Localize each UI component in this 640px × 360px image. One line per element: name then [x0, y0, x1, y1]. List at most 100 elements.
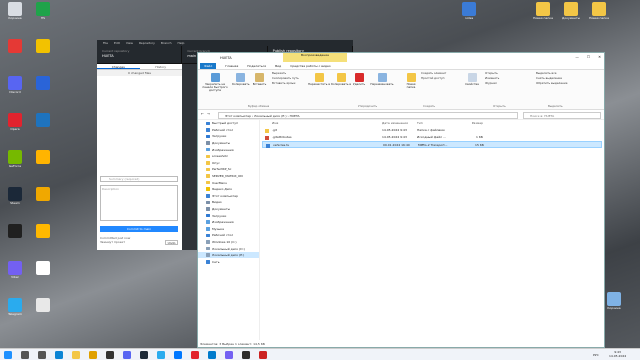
desktop-icon[interactable]: notes [458, 2, 480, 21]
current-repository-button[interactable]: Current repository HUETA [97, 46, 183, 63]
telegram-icon[interactable] [157, 351, 165, 359]
desktop-icon[interactable]: Viber [4, 261, 26, 280]
desktop-icon[interactable]: Документы [560, 2, 582, 21]
minimize-icon[interactable]: — [575, 55, 579, 59]
address-path[interactable]: Этот компьютер › Локальный диск (E:) › H… [218, 111, 518, 119]
desktop-icon[interactable] [32, 261, 54, 276]
desktop-icon[interactable] [32, 298, 54, 313]
nav-item[interactable]: Локальный диск (E:) [198, 251, 259, 259]
search-input[interactable]: Поиск в: HUETA [523, 111, 601, 119]
file-row[interactable]: .gitattributes 14.05.2024 9:43 Исходный фа… [262, 134, 602, 141]
desktop-icon[interactable]: Discord [4, 76, 26, 95]
nav-item[interactable]: Изображения [198, 146, 259, 153]
desktop-icon[interactable]: Новая папка [588, 2, 610, 21]
desktop-icon[interactable] [4, 224, 26, 239]
nav-item[interactable]: Документы [198, 140, 259, 147]
desktop-icon[interactable] [32, 224, 54, 239]
copy-button[interactable]: Копировать [232, 73, 249, 86]
menu-item[interactable]: Branch [161, 41, 172, 45]
nav-item[interactable]: Яндекс.Диск [198, 186, 259, 193]
ribbon-tab[interactable]: Поделиться [247, 64, 266, 68]
nav-item[interactable]: screeshotc [198, 153, 259, 160]
menu-item[interactable]: Repository [139, 41, 155, 45]
ribbon-tab[interactable]: Вид [275, 64, 281, 68]
language-indicator[interactable]: РУС [593, 353, 599, 357]
code-icon[interactable] [208, 351, 216, 359]
invert-selection-button[interactable]: Обратить выделение [536, 81, 567, 86]
new-folder-button[interactable]: Новая папка [403, 73, 419, 89]
delete-button[interactable]: Удалить [352, 73, 366, 86]
nav-item[interactable]: Опус [198, 160, 259, 167]
forward-icon[interactable]: → [207, 112, 210, 116]
nav-item[interactable]: Быстрый доступ [198, 120, 259, 127]
commit-button[interactable]: Commit to main [100, 226, 178, 232]
clock[interactable]: 9:43 14.05.2024 [609, 350, 626, 358]
desktop-icon[interactable]: Telegram [4, 298, 26, 317]
description-input[interactable]: Description [100, 185, 178, 221]
back-icon[interactable]: ← [201, 112, 204, 116]
properties-button[interactable]: Свойства [463, 73, 481, 86]
ribbon-tab[interactable]: Файл [200, 62, 217, 69]
ribbon-tab[interactable]: Главная [225, 64, 238, 68]
column-date[interactable]: Дата изменения [382, 120, 417, 127]
chrome-icon[interactable] [89, 351, 97, 359]
nav-item[interactable]: Сеть [198, 258, 259, 265]
tab-history[interactable]: History [140, 64, 183, 69]
column-name[interactable]: Имя [262, 120, 382, 127]
pin-button[interactable]: Закрепить на панели быстрого доступа [200, 73, 230, 93]
nav-item[interactable]: Этот компьютер [198, 193, 259, 200]
vk-icon[interactable] [174, 351, 182, 359]
file-row[interactable]: .git 14.05.2024 9:43 Папка с файлами [262, 127, 602, 134]
file-row[interactable]: vehicles.ts 09.01.2024 16:40 MPEG-2 Transp… [262, 141, 602, 148]
paste-button[interactable]: Вставить [251, 73, 268, 86]
desktop-icon[interactable] [32, 113, 54, 128]
rename-button[interactable]: Переименовать [368, 73, 396, 86]
nav-item[interactable]: Локальный диск (D:) [198, 245, 259, 252]
opera-icon[interactable] [191, 351, 199, 359]
desktop-icon[interactable] [32, 76, 54, 91]
column-size[interactable]: Размер [457, 120, 487, 127]
nav-item[interactable]: Музыка [198, 226, 259, 233]
nav-item[interactable]: Загрузки [198, 133, 259, 140]
desktop-icon[interactable]: Корзина [4, 2, 26, 21]
nav-item[interactable]: UserMenu [198, 179, 259, 186]
nav-item[interactable]: Рабочий стол [198, 127, 259, 134]
desktop-icon[interactable] [32, 39, 54, 54]
column-type[interactable]: Тип [417, 120, 457, 127]
nav-item[interactable]: Изображения [198, 219, 259, 226]
easy-access-button[interactable]: Простой доступ [421, 76, 444, 81]
github-icon[interactable] [106, 351, 114, 359]
viber-icon[interactable] [225, 351, 233, 359]
discord-icon[interactable] [123, 351, 131, 359]
explorer-icon[interactable] [72, 351, 80, 359]
desktop-icon[interactable]: Opera [4, 113, 26, 132]
taskview-icon[interactable] [38, 351, 46, 359]
start-icon[interactable] [4, 351, 12, 359]
nav-item[interactable]: Windows 10 (C:) [198, 239, 259, 246]
undo-button[interactable]: Undo [165, 240, 178, 245]
desktop-icon[interactable] [32, 150, 54, 165]
app-icon[interactable] [242, 351, 250, 359]
desktop-icon[interactable]: Корзина [603, 292, 625, 311]
nav-item[interactable]: Видео [198, 199, 259, 206]
paste-shortcut-button[interactable]: Вставить ярлык [272, 81, 296, 86]
desktop-icon[interactable] [4, 39, 26, 54]
desktop-icon[interactable]: Steam [4, 187, 26, 206]
menu-item[interactable]: View [126, 41, 133, 45]
tab-changes[interactable]: Changes [97, 64, 140, 69]
desktop-icon[interactable] [32, 187, 54, 202]
app2-icon[interactable] [259, 351, 267, 359]
nav-item[interactable]: Загрузки [198, 212, 259, 219]
desktop-icon[interactable]: GeForce [4, 150, 26, 169]
steam-icon[interactable] [140, 351, 148, 359]
move-to-button[interactable]: Переместить в [308, 73, 330, 86]
ribbon-tab[interactable]: Средства работы с видео [290, 64, 330, 68]
history-button[interactable]: Журнал [485, 81, 497, 86]
menu-item[interactable]: File [103, 41, 108, 45]
menu-item[interactable]: Edit [114, 41, 120, 45]
menu-item[interactable]: Help [178, 41, 185, 45]
nav-item[interactable]: Документы [198, 206, 259, 213]
close-icon[interactable]: ✕ [598, 55, 601, 59]
desktop-icon[interactable]: HS [32, 2, 54, 21]
nav-item[interactable]: PerfectRP_Sc [198, 166, 259, 173]
